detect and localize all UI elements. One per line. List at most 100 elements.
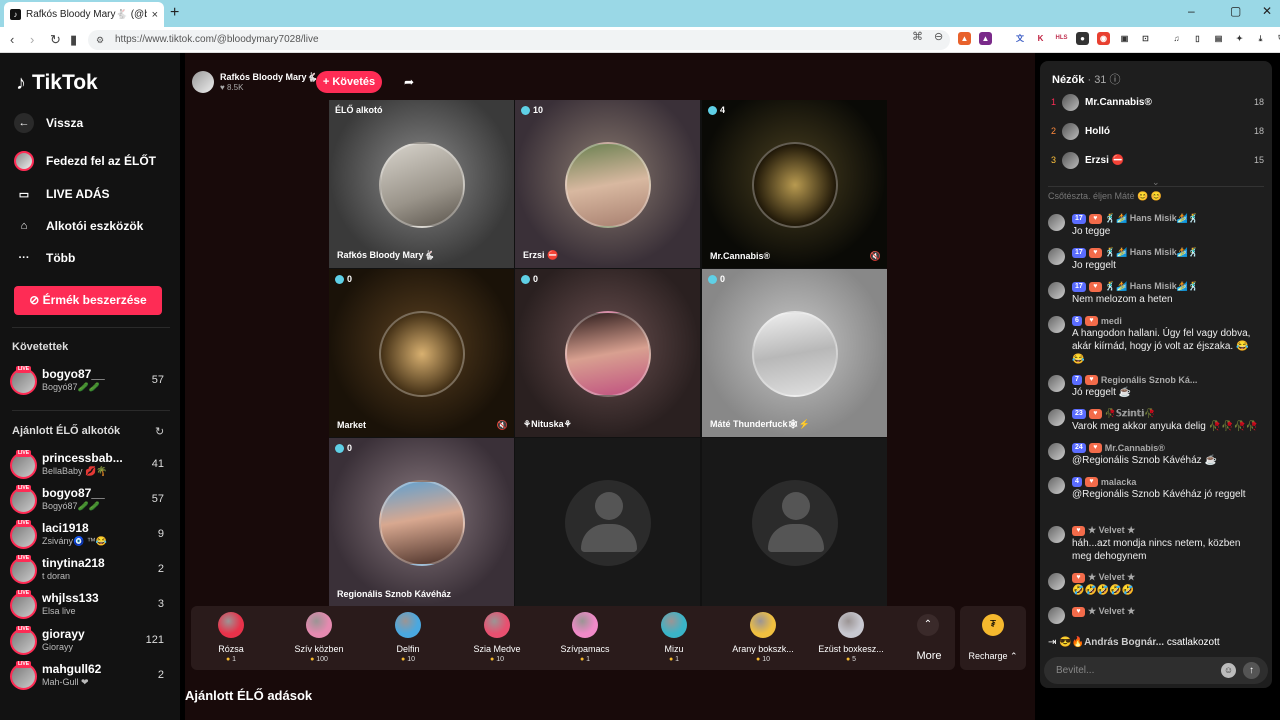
- avatar: LIVE: [10, 661, 37, 690]
- guest-cell[interactable]: 0 ⚘Nituska⚘: [515, 269, 700, 437]
- chat-input[interactable]: Bevitel... ☺ ↑: [1044, 657, 1268, 684]
- url-text: https://www.tiktok.com/@bloodymary7028/l…: [115, 34, 319, 45]
- site-info-icon[interactable]: ⚙: [96, 30, 104, 50]
- brave-shield-icon[interactable]: ▲: [958, 32, 971, 45]
- tab-close-icon[interactable]: ×: [152, 9, 158, 21]
- zoom-icon[interactable]: ⊖: [934, 30, 943, 43]
- gift-item[interactable]: Szia Medve ● 10: [457, 606, 537, 670]
- recommended-account[interactable]: LIVE laci1918 Zsivány🧿 ™😂 9: [10, 520, 170, 550]
- maximize-icon[interactable]: ▢: [1230, 4, 1241, 18]
- gift-item[interactable]: Delfin ● 10: [368, 606, 448, 670]
- level-badge: 23: [1072, 408, 1086, 419]
- music-icon[interactable]: ♫: [1170, 32, 1183, 45]
- refresh-icon[interactable]: ↻: [155, 425, 164, 438]
- sidebar-item-explore-live[interactable]: Fedezd fel az ÉLŐT: [14, 151, 156, 171]
- vpn-icon[interactable]: ▲: [979, 32, 992, 45]
- gift-item[interactable]: Szívpamacs ● 1: [545, 606, 625, 670]
- translate-extension-icon[interactable]: 文: [1014, 32, 1026, 45]
- chat-username: 🥀𝕊𝕫𝕚𝕟𝕥𝕚🥀: [1104, 408, 1156, 418]
- translate-icon[interactable]: ⌘: [912, 30, 923, 43]
- mic-muted-icon: 🔇: [869, 251, 881, 261]
- gift-item[interactable]: Szív közben ● 100: [279, 606, 359, 670]
- recharge-button[interactable]: ₮ Recharge ⌃: [960, 606, 1026, 670]
- more-gifts-button[interactable]: ⌃ More: [907, 606, 951, 670]
- tiktok-logo[interactable]: ♪ TikTok: [16, 71, 98, 95]
- gift-bar: Rózsa ● 1 Szív közben ● 100 Delfin ● 10 Szia M…: [191, 606, 955, 670]
- url-bar[interactable]: ⚙ https://www.tiktok.com/@bloodymary7028…: [88, 30, 950, 50]
- empty-guest-slot[interactable]: [515, 438, 700, 606]
- k-extension-icon[interactable]: K: [1034, 32, 1047, 45]
- message-meta: 23 ♥ 🥀𝕊𝕫𝕚𝕟𝕥𝕚🥀: [1072, 407, 1155, 420]
- guest-cell[interactable]: 0 Market 🔇: [329, 269, 514, 437]
- downloads-icon[interactable]: ⤓: [1254, 32, 1267, 45]
- browser-tab[interactable]: ♪ Rafkós Bloody Mary🐇 (@bl ×: [4, 2, 164, 27]
- back-arrow-icon[interactable]: ‹: [10, 32, 14, 48]
- sidebar-item-live-studio[interactable]: ▭ LIVE ADÁS: [14, 184, 110, 204]
- get-coins-button[interactable]: ⊘ Érmék beszerzése: [14, 286, 162, 315]
- guest-name: Regionális Sznob Kávéház: [337, 589, 452, 599]
- guest-score: 0: [347, 443, 353, 453]
- host-name[interactable]: Rafkós Bloody Mary🐇: [220, 72, 318, 83]
- colors-extension-icon[interactable]: ◉: [1097, 32, 1110, 45]
- new-tab-button[interactable]: +: [170, 4, 179, 22]
- screenshot-extension-icon[interactable]: ⊡: [1139, 32, 1152, 45]
- fan-heart-icon: ♥: [1088, 442, 1102, 453]
- gift-name: Szívpamacs: [560, 644, 610, 654]
- recommended-account[interactable]: LIVE tinytina218 t doran 2: [10, 555, 170, 585]
- account-nickname: t doran: [42, 571, 71, 581]
- back-button[interactable]: ← Vissza: [14, 113, 83, 133]
- gift-item[interactable]: Mizu ● 1: [634, 606, 714, 670]
- guest-cell-host[interactable]: ÉLŐ alkotó Rafkós Bloody Mary🐇: [329, 100, 514, 268]
- top-viewer[interactable]: 1 Mr.Cannabis® 18: [1050, 93, 1264, 113]
- gift-item[interactable]: Arany bokszk... ● 10: [723, 606, 803, 670]
- recommended-account[interactable]: LIVE whjlss133 Elsa live 3: [10, 590, 170, 620]
- hls-extension-icon[interactable]: HLS: [1055, 32, 1068, 45]
- sidebar-icon[interactable]: ▯: [1191, 32, 1204, 45]
- record-extension-icon[interactable]: ●: [1076, 32, 1089, 45]
- sidebar-item-more[interactable]: ··· Több: [14, 248, 76, 268]
- top-viewer[interactable]: 2 Holló 18: [1050, 122, 1264, 142]
- reload-icon[interactable]: ↻: [50, 32, 61, 48]
- window-close-icon[interactable]: ✕: [1262, 4, 1272, 18]
- empty-guest-slot[interactable]: [702, 438, 887, 606]
- message-meta: 6 ♥ medi: [1072, 314, 1122, 327]
- guest-score: 0: [720, 274, 726, 284]
- recommended-account[interactable]: LIVE giorayy Giorayy 121: [10, 626, 170, 656]
- following-account[interactable]: LIVE bogyo87__ Bogyó87🥒🥒 57: [10, 366, 170, 396]
- viewer-count: 121: [145, 634, 164, 646]
- extensions-bar: ▲ ▲ 文 K HLS ● ◉ ▣ ⊡ ♫ ▯ ▤ ✦ ⤓ ⛉ ≡: [958, 32, 1280, 45]
- gift-icon: [572, 612, 598, 638]
- bookmark-icon[interactable]: ▮: [70, 32, 77, 48]
- recommended-account[interactable]: LIVE bogyo87__ Bogyó87🥒🥒 57: [10, 485, 170, 515]
- top-viewer[interactable]: 3 Erzsi ⛔ 15: [1050, 151, 1264, 171]
- gift-price-value: 5: [852, 656, 857, 663]
- forward-arrow-icon[interactable]: ›: [30, 32, 34, 48]
- guest-cell[interactable]: 10 Erzsi ⛔: [515, 100, 700, 268]
- chat-username: ★ Velvet ★: [1088, 572, 1136, 582]
- host-avatar[interactable]: [192, 71, 214, 93]
- send-icon[interactable]: ↑: [1243, 662, 1260, 679]
- live-stream-area: Rafkós Bloody Mary🐇 ♥ 8.5K + Követés ➦ É…: [185, 53, 1035, 720]
- guest-cell[interactable]: 0 Máté Thunderfuck🕸⚡: [702, 269, 887, 437]
- join-icon: ⇥: [1048, 637, 1060, 648]
- gift-item[interactable]: Rózsa ● 1: [191, 606, 271, 670]
- shield-icon[interactable]: ⛉: [1275, 32, 1280, 45]
- sidebar-item-creator-tools[interactable]: ⌂ Alkotói eszközök: [14, 216, 144, 236]
- guest-cell[interactable]: 4 Mr.Cannabis® 🔇: [702, 100, 887, 268]
- recommended-account[interactable]: LIVE princessbab... BellaBaby 💋🌴 41: [10, 450, 170, 480]
- leo-icon[interactable]: ✦: [1233, 32, 1246, 45]
- gift-name: Arany bokszk...: [732, 644, 794, 654]
- wallet-icon[interactable]: ▤: [1212, 32, 1225, 45]
- follow-button[interactable]: + Követés: [316, 71, 382, 93]
- gift-name: Szia Medve: [473, 644, 521, 654]
- cast-extension-icon[interactable]: ▣: [1118, 32, 1131, 45]
- gift-name: Szív közben: [294, 644, 344, 654]
- info-icon[interactable]: ⓘ: [1110, 74, 1121, 86]
- minimize-icon[interactable]: –: [1188, 4, 1195, 18]
- guest-cell[interactable]: 0 Regionális Sznob Kávéház: [329, 438, 514, 606]
- gift-price-value: 1: [586, 656, 591, 663]
- recommended-account[interactable]: LIVE mahgull62 Mah-Gull ❤ 2: [10, 661, 170, 691]
- share-icon[interactable]: ➦: [404, 75, 414, 89]
- gift-item[interactable]: Ezüst boxkesz... ● 5: [811, 606, 891, 670]
- emoji-icon[interactable]: ☺: [1221, 663, 1236, 678]
